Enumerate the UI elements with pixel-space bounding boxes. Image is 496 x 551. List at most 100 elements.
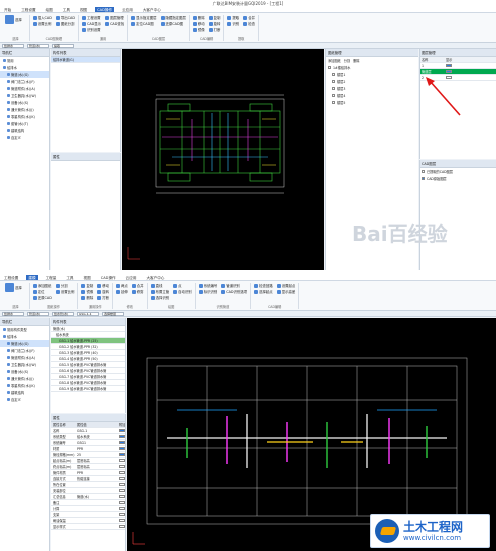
- property-flag[interactable]: [117, 512, 125, 517]
- property-flag[interactable]: [117, 518, 125, 523]
- property-flag[interactable]: [117, 428, 125, 433]
- split-drawing-button[interactable]: 分割: [344, 58, 350, 63]
- ribbon-button[interactable]: 选择: [5, 15, 22, 24]
- ribbon-button[interactable]: 图纸分割: [55, 21, 75, 26]
- ribbon-button[interactable]: 选择起点: [254, 289, 273, 294]
- nav-item[interactable]: 卫生器具(水)(W): [0, 361, 49, 368]
- drawing-row[interactable]: 1#楼给排水: [326, 64, 418, 71]
- toolbar-combo[interactable]: 管道(水): [27, 311, 49, 316]
- list-item[interactable]: 给排水管道(G): [51, 57, 120, 63]
- type-combo[interactable]: 管道(水): [27, 43, 49, 48]
- ribbon-button[interactable]: 还原CAD: [32, 295, 52, 300]
- ribbon-button[interactable]: 导出CAD: [55, 15, 75, 20]
- ribbon-button[interactable]: 工程设置: [81, 15, 101, 20]
- nav-item[interactable]: 零星构件(水)(K): [0, 382, 49, 389]
- action-combo[interactable]: 提取: [52, 43, 74, 48]
- ribbon-tab[interactable]: 云应用: [124, 275, 139, 280]
- property-flag[interactable]: [117, 500, 125, 505]
- toolbar-combo[interactable]: 给排水: [2, 311, 24, 316]
- nav-item[interactable]: 常用构件类型: [0, 326, 49, 333]
- nav-item[interactable]: 给排水: [0, 333, 49, 340]
- ribbon-button[interactable]: 设置比例: [55, 289, 74, 294]
- ribbon-button[interactable]: 复制: [208, 15, 220, 20]
- ribbon-button[interactable]: 设置起点: [276, 283, 295, 288]
- ribbon-button[interactable]: 镜像: [81, 289, 93, 294]
- ribbon-button[interactable]: 移动: [97, 283, 109, 288]
- nav-item[interactable]: 卫生器具(水)(W): [0, 92, 49, 99]
- ribbon-button[interactable]: 系统编号: [198, 283, 217, 288]
- ribbon-button[interactable]: 检查回路: [254, 283, 273, 288]
- ribbon-button[interactable]: 隐藏指定图层: [160, 15, 186, 20]
- ribbon-tab[interactable]: 大客户中心: [141, 7, 163, 12]
- ribbon-tab[interactable]: 工程量: [44, 275, 59, 280]
- ribbon-button[interactable]: 合并: [131, 283, 144, 288]
- nav-item[interactable]: 零星构件(水)(K): [0, 113, 49, 120]
- ribbon-button[interactable]: 识别: [227, 21, 239, 26]
- ribbon-button[interactable]: 识别设置: [81, 27, 101, 32]
- ribbon-button[interactable]: CAD显示: [81, 21, 101, 26]
- list-item[interactable]: GSG-9 给水管道-PVC管道排水管: [51, 386, 125, 392]
- ribbon-button[interactable]: 打断: [208, 27, 220, 32]
- nav-item[interactable]: 自定义: [0, 396, 49, 403]
- ribbon-button[interactable]: 修剪: [131, 289, 144, 294]
- ribbon-tab[interactable]: 视图: [82, 275, 93, 280]
- ribbon-button[interactable]: 还原CAD图: [160, 21, 186, 26]
- ribbon-button[interactable]: 选择: [5, 283, 22, 292]
- ribbon-button[interactable]: 打断: [97, 295, 109, 300]
- nav-item[interactable]: 建筑结构: [0, 127, 49, 134]
- ribbon-button[interactable]: 管道识别: [221, 283, 247, 288]
- property-flag[interactable]: [117, 506, 125, 511]
- nav-item[interactable]: 阀门法兰(水)(F): [0, 347, 49, 354]
- ribbon-button[interactable]: 旋转: [97, 289, 109, 294]
- property-flag[interactable]: [117, 446, 125, 451]
- ribbon-tab[interactable]: 开始: [2, 7, 13, 12]
- ribbon-button[interactable]: 提取: [227, 15, 239, 20]
- property-flag[interactable]: [117, 458, 125, 463]
- ribbon-button[interactable]: 标识识别: [198, 289, 217, 294]
- ribbon-button[interactable]: 镜像: [192, 27, 205, 32]
- ribbon-button[interactable]: 添加图纸: [32, 283, 52, 288]
- ribbon-tab[interactable]: 大客户中心: [144, 275, 166, 280]
- ribbon-button[interactable]: 显示高差: [276, 289, 295, 294]
- property-flag[interactable]: [117, 452, 125, 457]
- nav-item[interactable]: 给排水: [0, 64, 49, 71]
- drawing-row[interactable]: 楼层5: [326, 99, 418, 106]
- ribbon-button[interactable]: 设置比例: [32, 21, 52, 26]
- nav-item[interactable]: 通头管件(水)(J): [0, 375, 49, 382]
- property-flag[interactable]: [117, 434, 125, 439]
- toolbar-combo[interactable]: 给水管(水): [52, 311, 74, 316]
- property-flag[interactable]: [117, 494, 125, 499]
- nav-item[interactable]: 套管(水)(T): [0, 120, 49, 127]
- ribbon-button[interactable]: 复制: [81, 283, 93, 288]
- ribbon-tab[interactable]: CAD操作: [95, 7, 115, 12]
- ribbon-button[interactable]: 定位: [32, 289, 52, 294]
- ribbon-button[interactable]: 显示指定图层: [131, 15, 157, 20]
- property-flag[interactable]: [117, 476, 125, 481]
- ribbon-button[interactable]: 删除: [192, 15, 205, 20]
- nav-item[interactable]: 管道附件(水)(A): [0, 85, 49, 92]
- property-flag[interactable]: [117, 482, 125, 487]
- ribbon-tab[interactable]: 工具: [61, 7, 72, 12]
- toolbar-combo[interactable]: GSG-1-1: [77, 311, 99, 316]
- nav-item[interactable]: 管道(水)(G): [0, 71, 49, 78]
- nav-item[interactable]: 建筑结构: [0, 389, 49, 396]
- nav-item[interactable]: 通头管件(水)(J): [0, 106, 49, 113]
- delete-drawing-button[interactable]: 删除: [353, 58, 359, 63]
- ribbon-button[interactable]: 合并: [243, 15, 255, 20]
- nav-item[interactable]: 常用: [0, 57, 49, 64]
- property-flag[interactable]: [117, 488, 125, 493]
- nav-item[interactable]: 阀门法兰(水)(F): [0, 78, 49, 85]
- ribbon-button[interactable]: 插入CAD: [32, 15, 52, 20]
- nav-item[interactable]: 设备(水)(S): [0, 368, 49, 375]
- nav-item[interactable]: 自定义: [0, 134, 49, 141]
- drawing-row[interactable]: 楼层4: [326, 92, 418, 99]
- ribbon-button[interactable]: 延伸: [116, 289, 128, 294]
- nav-item[interactable]: 管道附件(水)(A): [0, 354, 49, 361]
- ribbon-button[interactable]: 选择识别: [150, 295, 169, 300]
- ribbon-button[interactable]: 移动: [192, 21, 205, 26]
- table-row[interactable]: 显示样式: [51, 524, 125, 530]
- nav-item[interactable]: 管道(水)(G): [0, 340, 49, 347]
- category-combo[interactable]: 给排水: [2, 43, 24, 48]
- property-flag[interactable]: [117, 470, 125, 475]
- ribbon-tab[interactable]: CAD操作: [99, 275, 118, 280]
